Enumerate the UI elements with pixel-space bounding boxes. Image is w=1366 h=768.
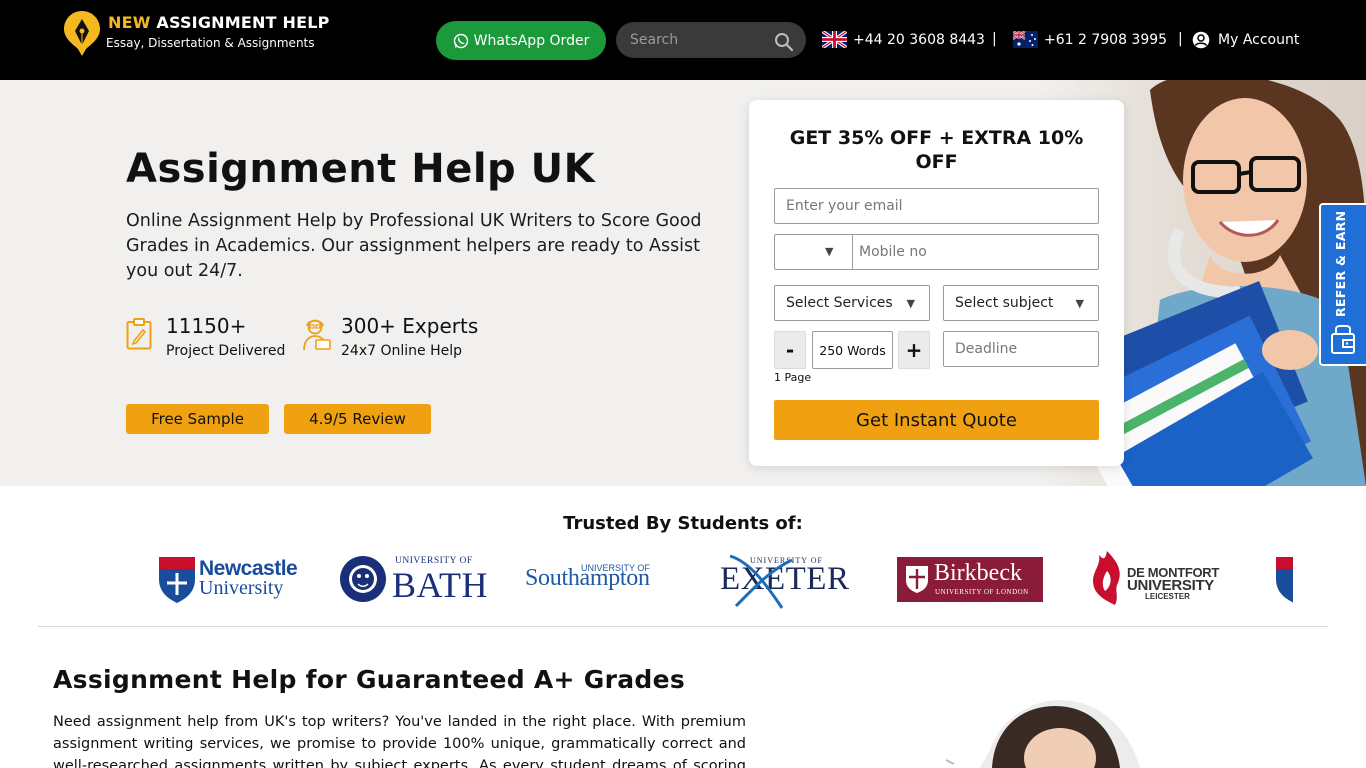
word-count-value: 250 Words [812, 331, 893, 369]
chevron-down-icon: ▼ [1075, 297, 1084, 310]
wallet-icon [1331, 325, 1355, 354]
phone-au-number: +61 2 7908 3995 [1044, 31, 1168, 48]
offer-title: GET 35% OFF + EXTRA 10% OFF [789, 127, 1084, 173]
stat-label: Project Delivered [166, 343, 286, 359]
expert-icon [303, 319, 331, 351]
uk-flag-icon [822, 31, 847, 48]
section-divider [38, 626, 1328, 627]
trusted-heading: Trusted By Students of: [563, 513, 803, 534]
chevron-down-icon: ▼ [825, 245, 834, 258]
section-heading: Assignment Help for Guaranteed A+ Grades [53, 665, 686, 694]
pen-nib-icon [64, 11, 100, 56]
phone-au[interactable]: +61 2 7908 3995 [1013, 31, 1167, 48]
my-account-link[interactable]: My Account [1192, 31, 1299, 49]
university-logo-birkbeck: Birkbeck UNIVERSITY OF LONDON [897, 547, 1043, 611]
bath-line2: BATH [392, 565, 489, 605]
search-input[interactable] [630, 22, 770, 58]
exeter-swoosh-icon [729, 554, 793, 609]
logo-tagline: Essay, Dissertation & Assignments [106, 36, 315, 50]
hero-description: Online Assignment Help by Professional U… [126, 211, 702, 281]
separator: | [1178, 31, 1183, 47]
mobile-field[interactable] [855, 235, 1095, 269]
decrease-words-button[interactable]: - [774, 331, 806, 369]
country-code-select[interactable]: ▼ [775, 235, 853, 269]
logo-brand: ASSIGNMENT HELP [156, 13, 330, 32]
writer-photo [945, 700, 1140, 768]
my-account-label: My Account [1218, 32, 1300, 48]
stat-number: 11150+ [166, 314, 247, 338]
services-select[interactable]: Select Services ▼ [774, 285, 930, 321]
logo-name: NEW ASSIGNMENT HELP [108, 13, 330, 32]
services-select-label: Select Services [786, 295, 893, 311]
whatsapp-label: WhatsApp Order [473, 32, 590, 49]
search-box [616, 22, 806, 58]
search-icon[interactable] [774, 32, 794, 52]
university-logo-bath: UNIVERSITY OF BATH [339, 547, 488, 611]
birkbeck-line1: Birkbeck [934, 560, 1022, 586]
deadline-field[interactable] [943, 331, 1099, 367]
partial-crest-icon [1276, 557, 1293, 603]
separator: | [992, 31, 997, 47]
chevron-down-icon: ▼ [906, 297, 915, 310]
top-header: NEW ASSIGNMENT HELP Essay, Dissertation … [0, 0, 1366, 80]
birkbeck-line2: UNIVERSITY OF LONDON [935, 588, 1029, 596]
user-icon [1192, 31, 1210, 49]
quote-form: GET 35% OFF + EXTRA 10% OFF ▼ Select Ser… [749, 100, 1124, 466]
review-button[interactable]: 4.9/5 Review [284, 404, 431, 434]
subject-select[interactable]: Select subject ▼ [943, 285, 1099, 321]
phone-uk-number: +44 20 3608 8443 [853, 31, 985, 48]
university-logo-strip: Newcastle University UNIVERSITY OF BATH … [152, 547, 1293, 611]
southampton-line2: Southampton [525, 565, 650, 591]
section-paragraph: Need assignment help from UK's top write… [53, 714, 746, 768]
email-field[interactable] [774, 188, 1099, 224]
newcastle-line2: University [199, 577, 284, 599]
refer-earn-tab[interactable]: REFER & EARN [1319, 203, 1366, 366]
university-logo-exeter: UNIVERSITY OF EXETER [720, 547, 849, 611]
increase-words-button[interactable]: + [898, 331, 930, 369]
bath-sun-icon [340, 556, 386, 602]
page-count-label: 1 Page [774, 371, 812, 384]
mobile-field-group: ▼ [774, 234, 1099, 270]
logo-highlight: NEW [108, 13, 151, 32]
whatsapp-icon [453, 33, 468, 48]
free-sample-button[interactable]: Free Sample [126, 404, 269, 434]
subject-select-label: Select subject [955, 295, 1054, 311]
stat-label: 24x7 Online Help [341, 343, 462, 359]
page-title: Assignment Help UK [126, 146, 596, 192]
university-logo-newcastle: Newcastle University [157, 547, 298, 611]
refer-earn-label: REFER & EARN [1333, 210, 1348, 317]
australia-flag-icon [1013, 31, 1038, 48]
site-logo[interactable]: NEW ASSIGNMENT HELP Essay, Dissertation … [62, 9, 329, 57]
phone-uk[interactable]: +44 20 3608 8443 [822, 31, 985, 48]
hero-section: Assignment Help UK Online Assignment Hel… [0, 80, 1366, 486]
dmu-line3: LEICESTER [1145, 592, 1190, 601]
clipboard-icon [126, 318, 152, 350]
newcastle-crest-icon [159, 557, 195, 603]
university-logo-de-montfort: DE MONTFORT UNIVERSITY LEICESTER [1089, 547, 1224, 611]
university-logo-southampton: UNIVERSITY OF Southampton [525, 547, 675, 611]
dmu-flame-icon [1093, 551, 1120, 605]
whatsapp-order-button[interactable]: WhatsApp Order [436, 21, 606, 60]
stat-number: 300+ Experts [341, 314, 479, 338]
university-logo-partial [1274, 547, 1293, 611]
birkbeck-crest-icon [906, 566, 928, 593]
get-instant-quote-button[interactable]: Get Instant Quote [774, 400, 1099, 440]
